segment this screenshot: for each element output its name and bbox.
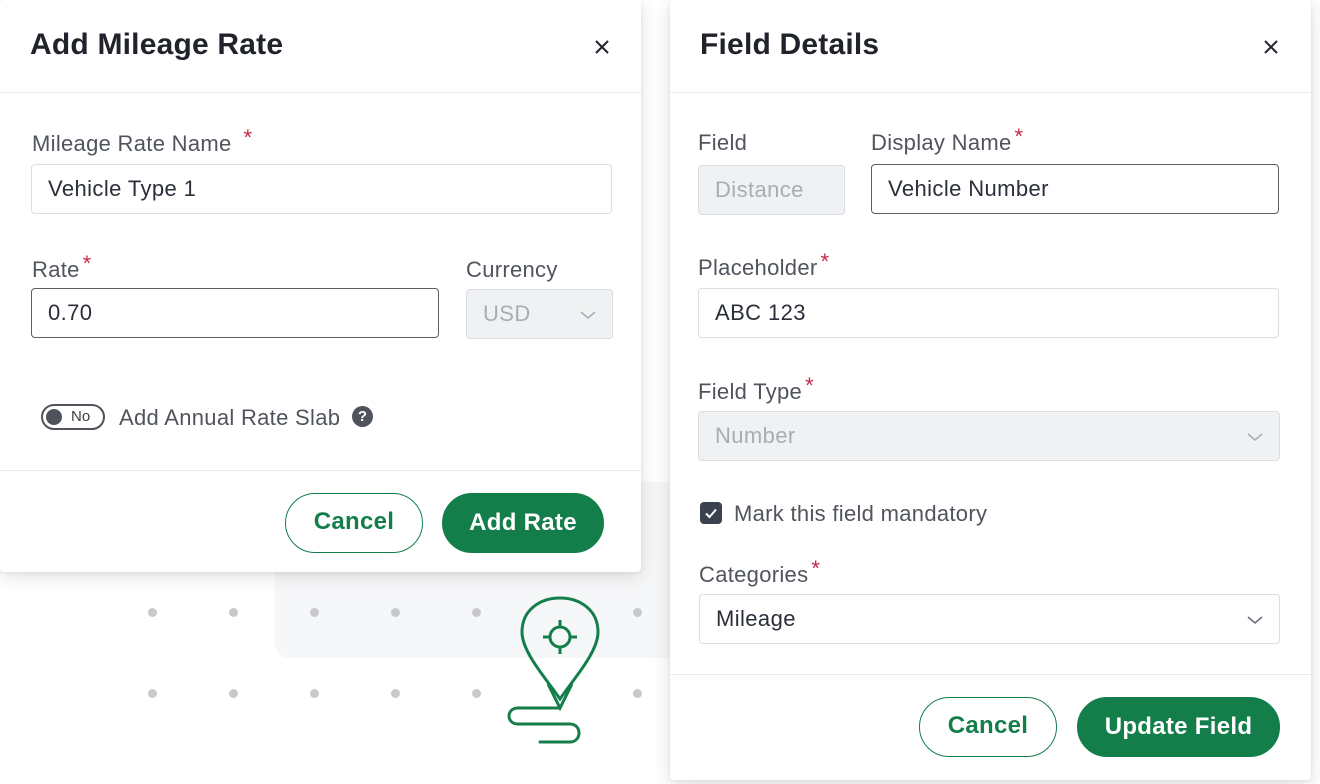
required-marker: * (805, 373, 814, 398)
cancel-button[interactable]: Cancel (285, 493, 423, 553)
display-name-label: Display Name * (871, 124, 1024, 155)
dialog-title: Field Details (700, 28, 880, 61)
required-marker: * (82, 251, 92, 276)
toggle-state-text: No (71, 408, 91, 425)
required-marker: * (243, 125, 253, 150)
add-rate-button[interactable]: Add Rate (442, 493, 604, 553)
mileage-rate-name-label: Mileage Rate Name * (32, 125, 253, 156)
placeholder-value: ABC 123 (715, 300, 806, 325)
add-mileage-rate-dialog: Add Mileage Rate Mileage Rate Name * Vehi… (0, 0, 641, 572)
display-name-input[interactable]: Vehicle Number (871, 164, 1279, 214)
decor-dot (391, 689, 400, 698)
close-button[interactable] (1260, 36, 1282, 58)
categories-select[interactable]: Mileage (699, 594, 1280, 644)
required-marker: * (820, 249, 830, 274)
field-details-dialog: Field Details Field Distance Display Nam… (670, 0, 1311, 780)
currency-select[interactable]: USD (466, 289, 613, 339)
display-name-value: Vehicle Number (888, 176, 1049, 201)
categories-label: Categories * (699, 556, 821, 587)
required-marker: * (811, 556, 821, 581)
dialog-title: Add Mileage Rate (30, 28, 284, 61)
chevron-down-icon (1245, 427, 1265, 447)
annual-rate-slab-label: Add Annual Rate Slab (119, 405, 341, 430)
close-button[interactable] (591, 36, 613, 58)
mandatory-label: Mark this field mandatory (734, 501, 988, 526)
chevron-down-icon (578, 305, 598, 325)
cancel-button[interactable]: Cancel (919, 697, 1057, 757)
decor-dot (310, 689, 319, 698)
categories-value: Mileage (716, 606, 796, 631)
update-field-button[interactable]: Update Field (1077, 697, 1280, 757)
decor-dot (229, 608, 238, 617)
decor-dot (472, 608, 481, 617)
route-pin-icon (507, 596, 600, 744)
decor-dot (633, 608, 642, 617)
rate-label: Rate * (32, 251, 92, 282)
check-icon (705, 508, 717, 519)
close-icon (1264, 40, 1278, 54)
placeholder-input[interactable]: ABC 123 (698, 288, 1279, 338)
toggle-knob (46, 409, 62, 425)
decor-dot (148, 608, 157, 617)
dialog-header: Field Details (670, 0, 1311, 93)
footer-divider (670, 674, 1311, 675)
decor-dot (391, 608, 400, 617)
field-type-label: Field Type * (698, 373, 814, 404)
currency-label: Currency (466, 257, 558, 282)
footer-divider (0, 470, 641, 471)
mandatory-checkbox[interactable] (700, 502, 722, 524)
required-marker: * (1014, 124, 1024, 149)
placeholder-label: Placeholder * (698, 249, 830, 280)
mileage-rate-name-input[interactable]: Vehicle Type 1 (31, 164, 612, 214)
rate-input[interactable]: 0.70 (31, 288, 439, 338)
decor-dot (310, 608, 319, 617)
help-icon[interactable]: ? (352, 406, 373, 427)
decor-dot (148, 689, 157, 698)
decor-dot (633, 689, 642, 698)
field-input: Distance (698, 165, 845, 215)
field-label: Field (698, 130, 748, 155)
field-type-select: Number (698, 411, 1280, 461)
annual-rate-slab-toggle[interactable]: No (41, 404, 105, 430)
close-icon (595, 40, 609, 54)
mileage-rate-name-value: Vehicle Type 1 (48, 176, 197, 201)
dialog-header: Add Mileage Rate (0, 0, 641, 93)
field-value: Distance (715, 177, 804, 202)
chevron-down-icon (1245, 610, 1265, 630)
decor-dot (229, 689, 238, 698)
field-type-value: Number (715, 423, 796, 448)
decor-dot (472, 689, 481, 698)
rate-value: 0.70 (48, 300, 93, 325)
currency-value: USD (483, 301, 531, 326)
